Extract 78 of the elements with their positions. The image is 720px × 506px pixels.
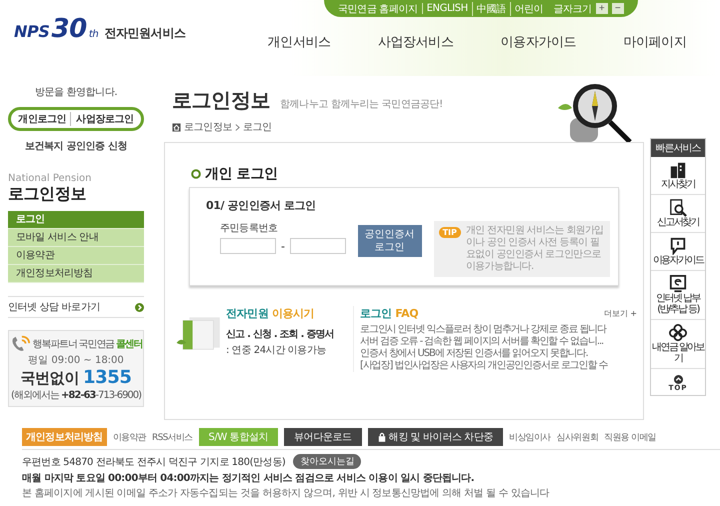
service-title: 전자민원서비스: [104, 25, 186, 42]
number-label: 국번없이: [20, 369, 79, 388]
guide-hours: : 연중 24시간 이용가능: [226, 344, 328, 357]
cert-link[interactable]: 보건복지 공인인증 신청: [8, 139, 144, 153]
quick-service-title: 빠른서비스: [651, 139, 705, 157]
guide-services: 신고 . 신청 . 조회 . 증명서: [226, 328, 334, 341]
speech-bubble-icon: [669, 237, 687, 255]
footer-link[interactable]: 뷰어다운로드: [284, 428, 362, 446]
page-title: 로그인정보: [172, 87, 270, 114]
footer-link[interactable]: 심사위원회: [556, 430, 598, 444]
home-icon: [172, 122, 181, 132]
faq-item[interactable]: 인증서 창에서 USB에 저장된 인증서를 읽어오지 못합니다.: [360, 348, 637, 360]
footer-link[interactable]: RSS서비스: [152, 430, 192, 444]
email-policy: 본 홈페이지에 게시된 이메일 주소가 자동수집되는 것을 허용하지 않으며, 위반 시 정보통신망법에 의해 처벌 될 수 있습니다: [22, 487, 550, 500]
call-center-title: 행복파트너 국민연금 콜센터: [32, 338, 142, 351]
call-center-number: 1355: [82, 367, 132, 388]
overseas-number: (해외에서는 +82-63-713-6900): [10, 389, 142, 402]
breadcrumb-item[interactable]: 로그인: [243, 120, 272, 134]
logo-suffix: th: [88, 29, 98, 40]
faq-item[interactable]: 로그인시 인터넷 익스플로러 창이 멈추거나 강제로 종료 됩니다: [360, 324, 637, 336]
breadcrumb-item[interactable]: 로그인정보: [184, 120, 232, 134]
more-link[interactable]: 더보기 +: [604, 308, 637, 319]
faq-item[interactable]: [사업장] 법인사업장은 사용자의 개인공인인증서로 로그인할 수: [360, 360, 637, 372]
login-method-title: 01/ 공인인증서 로그인: [206, 198, 317, 213]
section-subtitle: National Pension: [8, 173, 92, 184]
cert-login-button[interactable]: 공인인증서 로그인: [358, 225, 422, 257]
quick-service-item[interactable]: 이용자가이드: [651, 233, 705, 271]
ring-icon: [191, 169, 201, 179]
main-nav-item[interactable]: 마이페이지: [623, 33, 686, 51]
login-heading: 개인 로그인: [205, 165, 278, 183]
main-nav-item[interactable]: 개인서비스: [268, 33, 331, 51]
quick-service-item[interactable]: 신고서찾기: [651, 195, 705, 233]
field-label: 주민등록번호: [220, 222, 279, 235]
search-icon: [669, 199, 687, 217]
main-nav-item[interactable]: 사업장서비스: [378, 33, 454, 51]
faq-item[interactable]: 서버 검증 오류 - 검속한 웹 페이지의 서버를 확인할 수 없습니...: [360, 336, 637, 348]
arrow-icon: [135, 302, 144, 312]
id-number-field[interactable]: [290, 238, 346, 254]
quick-service-item[interactable]: 인터넷 납부 (반/추납 등): [651, 271, 705, 320]
guide-title: 전자민원 이용시기: [226, 306, 316, 321]
font-size-label: 글자크기: [553, 2, 592, 16]
footer-link[interactable]: 비상임이사: [509, 430, 551, 444]
quick-service-item[interactable]: 내연금 알아보기: [651, 320, 705, 369]
dash: -: [281, 240, 285, 252]
clover-icon: [669, 324, 687, 342]
phone-icon: [10, 335, 32, 353]
address: 우편번호 54870 전라북도 전주시 덕진구 기지로 180(만성동): [22, 456, 286, 468]
side-menu-item[interactable]: 로그인: [8, 211, 144, 229]
tip-badge: TIP: [438, 227, 461, 238]
chevron-right-icon: [235, 124, 240, 130]
faq-title: 로그인 FAQ: [360, 306, 418, 321]
lock-icon: [378, 432, 386, 442]
monitor-icon: [669, 275, 687, 293]
tip-text: 개인 전자민원 서비스는 회원가입이나 공인 인증서 사전 등록이 필요없이 공인인증서 로그인만으로 이용가능합니다.: [466, 225, 605, 273]
consult-link[interactable]: 인터넷 상담 바로가기: [8, 300, 100, 314]
maintenance-notice: 매월 마지막 토요일 00:00부터 04:00까지는 정기적인 서비스 점검으로 서비스 이용이 일시 중단됩니다.: [22, 472, 476, 485]
up-arrow-icon: [674, 375, 682, 384]
footer-link[interactable]: 직원용 이메일: [604, 430, 656, 444]
section-title: 로그인정보: [8, 184, 88, 205]
main-nav-item[interactable]: 이용자가이드: [500, 33, 576, 51]
footer-link[interactable]: 해킹 및 바이러스 차단중: [368, 428, 504, 446]
font-size-button[interactable]: +: [596, 3, 608, 14]
building-icon: [669, 161, 687, 179]
login-link[interactable]: 개인로그인: [18, 112, 66, 126]
call-center-hours: 평일 09:00 ~ 18:00: [28, 354, 124, 367]
font-size-button[interactable]: −: [612, 3, 624, 14]
quick-service-item[interactable]: 지사찾기: [651, 157, 705, 195]
logo-brand[interactable]: NPS: [14, 22, 50, 41]
side-menu-item[interactable]: 이용약관: [8, 247, 144, 265]
login-link[interactable]: 사업장로그인: [70, 112, 134, 126]
directions-button[interactable]: 찾아오시는길: [293, 454, 362, 469]
slogan: 함께나누고 함께누리는 국민연금공단!: [280, 98, 443, 111]
footer-link[interactable]: 이용약관: [112, 430, 146, 444]
logo-anniversary: 30: [51, 14, 87, 44]
side-menu-item[interactable]: 모바일 서비스 안내: [8, 229, 144, 247]
welcome-text: 방문을 환영합니다.: [34, 86, 118, 99]
id-number-field[interactable]: [220, 238, 276, 254]
side-menu-item[interactable]: 개인정보처리방침: [8, 265, 144, 283]
